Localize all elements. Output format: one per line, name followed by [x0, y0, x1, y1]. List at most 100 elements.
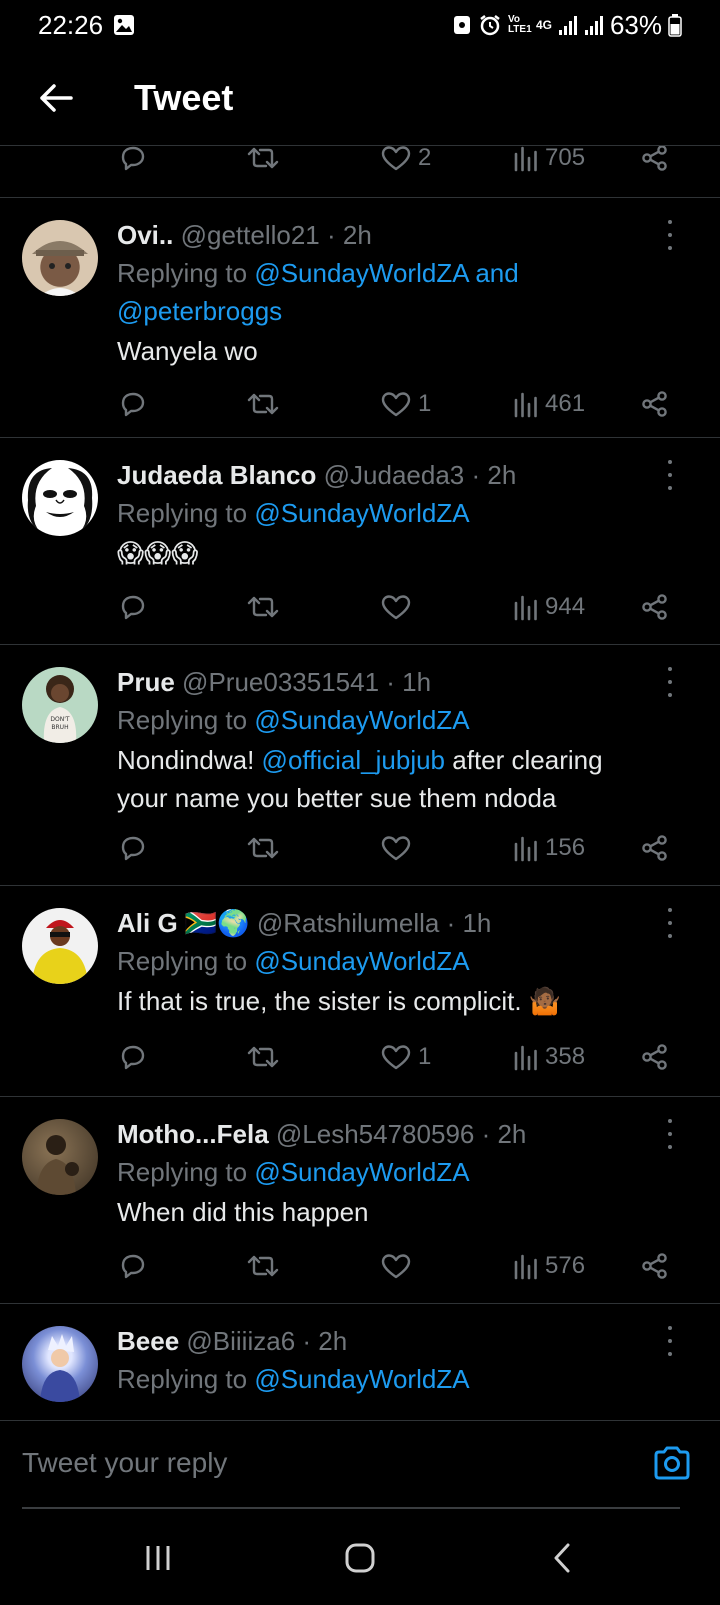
reply-tweet[interactable]: Ali G 🇿🇦🌍 @Ratshilumella · 1h Replying t… — [0, 886, 720, 1097]
views-button[interactable]: 358 — [513, 1037, 585, 1077]
replies-feed[interactable]: 2 705 Ovi.. @gettello21 · 2h Replying to… — [0, 146, 720, 1420]
input-underline — [22, 1507, 680, 1509]
like-button[interactable]: 1 — [380, 1037, 431, 1077]
timestamp: · 2h — [471, 460, 517, 490]
reply-button[interactable] — [118, 1037, 148, 1077]
back-nav-button[interactable] — [532, 1538, 592, 1578]
retweet-button[interactable] — [246, 1246, 280, 1286]
more-options-button[interactable] — [660, 908, 680, 938]
avatar[interactable] — [22, 1119, 98, 1195]
back-button[interactable] — [26, 68, 86, 128]
avatar[interactable] — [22, 1326, 98, 1402]
more-options-button[interactable] — [660, 220, 680, 250]
views-button[interactable]: 705 — [513, 146, 585, 178]
replying-to-label: Replying to — [117, 1364, 255, 1394]
avatar[interactable]: DON'T BRUH — [22, 667, 98, 743]
more-options-button[interactable] — [660, 1119, 680, 1149]
system-nav-bar — [0, 1510, 720, 1605]
reply-input[interactable]: Tweet your reply — [22, 1447, 227, 1479]
tweet-text: When did this happen — [117, 1197, 369, 1227]
retweet-button[interactable] — [246, 828, 280, 868]
display-name[interactable]: Judaeda Blanco — [117, 460, 316, 490]
tweet-text-start: Nondindwa! — [117, 745, 262, 775]
status-bar: 22:26 Vo LTE1 4G 63% — [0, 0, 720, 50]
like-button[interactable]: 2 — [380, 146, 431, 178]
reply-tweet[interactable]: Ovi.. @gettello21 · 2h Replying to @Sund… — [0, 198, 720, 438]
retweet-button[interactable] — [246, 587, 280, 627]
user-handle[interactable]: @Lesh54780596 — [276, 1119, 474, 1149]
avatar[interactable] — [22, 220, 98, 296]
mention-link[interactable]: @SundayWorldZA — [254, 946, 469, 976]
views-count: 576 — [545, 1252, 586, 1279]
like-count: 1 — [418, 1043, 432, 1070]
reply-button[interactable] — [118, 146, 148, 178]
signal-icon — [558, 14, 578, 36]
display-name[interactable]: Beee — [117, 1326, 179, 1356]
mention-link[interactable]: @official_jubjub — [262, 745, 445, 775]
timestamp: · 1h — [446, 908, 492, 938]
avatar[interactable] — [22, 908, 98, 984]
mention-link[interactable]: @SundayWorldZA — [254, 1157, 469, 1187]
replying-to-label: Replying to — [117, 946, 255, 976]
share-button[interactable] — [640, 146, 670, 178]
retweet-icon — [247, 147, 279, 169]
user-handle[interactable]: @Prue03351541 — [182, 667, 379, 697]
like-button[interactable] — [380, 828, 418, 868]
user-handle[interactable]: @Biiiiza6 — [186, 1326, 295, 1356]
display-name[interactable]: Ali G 🇿🇦🌍 — [117, 908, 250, 938]
like-button[interactable] — [380, 1246, 418, 1286]
views-button[interactable]: 156 — [513, 828, 585, 868]
share-button[interactable] — [640, 587, 670, 627]
mention-link[interactable]: @SundayWorldZA — [254, 498, 469, 528]
share-icon — [642, 835, 667, 861]
user-handle[interactable]: @Judaeda3 — [324, 460, 465, 490]
reply-button[interactable] — [118, 587, 148, 627]
partial-tweet-actions: 2 705 — [0, 146, 720, 198]
reply-tweet[interactable]: DON'T BRUH Prue @Prue03351541 · 1h Replyi… — [0, 645, 720, 886]
share-button[interactable] — [640, 384, 670, 424]
home-button[interactable] — [330, 1538, 390, 1578]
tweet-text: If that is true, the sister is complicit… — [117, 986, 562, 1016]
views-button[interactable]: 944 — [513, 587, 585, 627]
avatar[interactable] — [22, 460, 98, 536]
reply-button[interactable] — [118, 1246, 148, 1286]
display-name[interactable]: Ovi.. — [117, 220, 173, 250]
timestamp: · 1h — [386, 667, 432, 697]
reply-button[interactable] — [118, 828, 148, 868]
recent-apps-button[interactable] — [128, 1538, 188, 1578]
share-button[interactable] — [640, 828, 670, 868]
mention-link[interactable]: @peterbroggs — [117, 296, 282, 326]
retweet-button[interactable] — [246, 1037, 280, 1077]
camera-button[interactable] — [650, 1441, 694, 1485]
more-options-button[interactable] — [660, 460, 680, 490]
views-icon — [514, 146, 537, 172]
retweet-button[interactable] — [246, 384, 280, 424]
heart-icon — [381, 1254, 411, 1279]
user-handle[interactable]: @Ratshilumella — [257, 908, 439, 938]
mention-link[interactable]: @SundayWorldZA and — [254, 258, 518, 288]
reply-button[interactable] — [118, 384, 148, 424]
more-options-button[interactable] — [660, 667, 680, 697]
retweet-icon — [247, 837, 279, 859]
display-name[interactable]: Prue — [117, 667, 175, 697]
like-button[interactable] — [380, 587, 418, 627]
retweet-icon — [247, 1046, 279, 1068]
reply-tweet[interactable]: Beee @Biiiiza6 · 2h Replying to @SundayW… — [0, 1304, 720, 1420]
more-options-button[interactable] — [660, 1326, 680, 1356]
tweet-text: Nondindwa! @official_jubjub after cleari… — [117, 741, 660, 817]
share-button[interactable] — [640, 1246, 670, 1286]
mention-link[interactable]: @SundayWorldZA — [254, 1364, 469, 1394]
replying-to-label: Replying to — [117, 705, 255, 735]
like-button[interactable]: 1 — [380, 384, 431, 424]
share-button[interactable] — [640, 1037, 670, 1077]
display-name[interactable]: Motho...Fela — [117, 1119, 269, 1149]
reply-tweet[interactable]: Judaeda Blanco @Judaeda3 · 2h Replying t… — [0, 438, 720, 645]
retweet-button[interactable] — [246, 146, 280, 178]
views-button[interactable]: 576 — [513, 1246, 585, 1286]
share-icon — [642, 1044, 667, 1070]
views-button[interactable]: 461 — [513, 384, 585, 424]
user-handle[interactable]: @gettello21 — [181, 220, 320, 250]
reply-tweet[interactable]: Motho...Fela @Lesh54780596 · 2h Replying… — [0, 1097, 720, 1304]
svg-text:DON'T: DON'T — [50, 716, 69, 723]
mention-link[interactable]: @SundayWorldZA — [254, 705, 469, 735]
